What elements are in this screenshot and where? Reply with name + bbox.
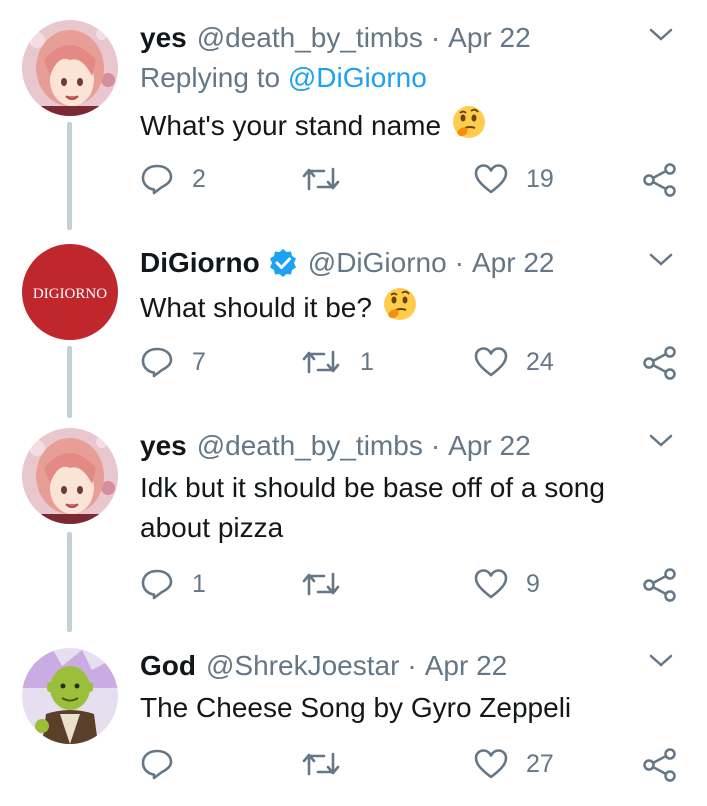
- tweet-text: What should it be?: [140, 286, 680, 333]
- tweet-text: Idk but it should be base off of a song …: [140, 468, 680, 548]
- digiorno-logo-text: DIGIORNO: [33, 286, 107, 302]
- tweet-text-content: The Cheese Song by Gyro Zeppeli: [140, 692, 572, 723]
- replying-to: Replying to @DiGiorno: [140, 62, 427, 94]
- username[interactable]: @DiGiorno: [308, 247, 447, 279]
- tweet-1[interactable]: yes @death_by_timbs · Apr 22 Replying to…: [0, 0, 707, 230]
- reply-count: 1: [192, 569, 206, 598]
- separator-dot: ·: [454, 247, 464, 278]
- thread-line: [67, 532, 72, 632]
- tweet-header: yes @death_by_timbs · Apr 22: [140, 18, 531, 58]
- tweet-text: The Cheese Song by Gyro Zeppeli: [140, 688, 680, 728]
- verified-badge-icon: [268, 248, 298, 278]
- like-button[interactable]: 9: [474, 568, 540, 600]
- tweet-text: What's your stand name: [140, 104, 680, 151]
- display-name[interactable]: yes: [140, 22, 187, 54]
- tweet-4[interactable]: God @ShrekJoestar · Apr 22 The Cheese So…: [0, 638, 707, 806]
- replying-to-link[interactable]: @DiGiorno: [288, 62, 427, 93]
- thread-line: [67, 122, 72, 230]
- timestamp[interactable]: Apr 22: [472, 247, 555, 279]
- avatar-digiorno-logo[interactable]: DIGIORNO: [22, 244, 118, 340]
- tweet-actions: 7 1 24: [140, 346, 680, 386]
- share-icon[interactable]: [642, 568, 678, 602]
- tweet-header: yes @death_by_timbs · Apr 22: [140, 426, 531, 466]
- tweet-header: DiGiorno @DiGiorno · Apr 22: [140, 243, 555, 283]
- retweet-button[interactable]: [300, 163, 360, 195]
- reply-count: 7: [192, 347, 206, 376]
- display-name[interactable]: God: [140, 650, 196, 682]
- tweet-text-line-2: about pizza: [140, 512, 284, 543]
- share-icon[interactable]: [642, 163, 678, 197]
- tweet-header: God @ShrekJoestar · Apr 22: [140, 646, 507, 686]
- tweet-text-line-1: Idk but it should be base off of a song: [140, 472, 605, 503]
- chevron-down-icon[interactable]: [648, 652, 674, 675]
- thinking-face-icon: [382, 286, 418, 333]
- separator-dot: ·: [407, 650, 417, 681]
- share-icon[interactable]: [642, 748, 678, 782]
- username[interactable]: @ShrekJoestar: [206, 650, 399, 682]
- avatar-anime-girl[interactable]: [22, 20, 118, 116]
- chevron-down-icon[interactable]: [648, 251, 674, 274]
- chevron-down-icon[interactable]: [648, 26, 674, 49]
- retweet-button[interactable]: [300, 748, 360, 780]
- retweet-button[interactable]: 1: [300, 346, 374, 378]
- tweet-actions: 27: [140, 748, 680, 788]
- thread-line: [67, 346, 72, 418]
- retweet-button[interactable]: [300, 568, 360, 600]
- tweet-actions: 2 19: [140, 163, 680, 203]
- reply-button[interactable]: [140, 748, 192, 780]
- timestamp[interactable]: Apr 22: [448, 22, 531, 54]
- username[interactable]: @death_by_timbs: [197, 430, 423, 462]
- like-button[interactable]: 24: [474, 346, 554, 378]
- avatar-shrek[interactable]: [22, 648, 118, 744]
- reply-button[interactable]: 7: [140, 346, 206, 378]
- display-name[interactable]: yes: [140, 430, 187, 462]
- username[interactable]: @death_by_timbs: [197, 22, 423, 54]
- avatar-anime-girl[interactable]: [22, 428, 118, 524]
- thinking-face-icon: [451, 104, 487, 151]
- separator-dot: ·: [430, 430, 441, 461]
- timestamp[interactable]: Apr 22: [425, 650, 508, 682]
- tweet-text-content: What should it be?: [140, 291, 372, 323]
- tweet-2[interactable]: DIGIORNO DiGiorno @DiGiorno · Apr 22 Wha…: [0, 228, 707, 418]
- reply-count: 2: [192, 164, 206, 193]
- like-count: 24: [526, 347, 554, 376]
- share-icon[interactable]: [642, 346, 678, 380]
- like-count: 19: [526, 164, 554, 193]
- replying-to-label: Replying to: [140, 62, 281, 93]
- tweet-actions: 1 9: [140, 568, 680, 608]
- like-count: 27: [526, 749, 554, 778]
- like-button[interactable]: 19: [474, 163, 554, 195]
- reply-button[interactable]: 2: [140, 163, 206, 195]
- like-button[interactable]: 27: [474, 748, 554, 780]
- separator-dot: ·: [430, 22, 441, 53]
- tweet-text-content: What's your stand name: [140, 109, 442, 141]
- tweet-3[interactable]: yes @death_by_timbs · Apr 22 Idk but it …: [0, 418, 707, 638]
- display-name[interactable]: DiGiorno: [140, 247, 260, 279]
- like-count: 9: [526, 569, 540, 598]
- chevron-down-icon[interactable]: [648, 432, 674, 455]
- timestamp[interactable]: Apr 22: [448, 430, 531, 462]
- retweet-count: 1: [360, 347, 374, 376]
- reply-button[interactable]: 1: [140, 568, 206, 600]
